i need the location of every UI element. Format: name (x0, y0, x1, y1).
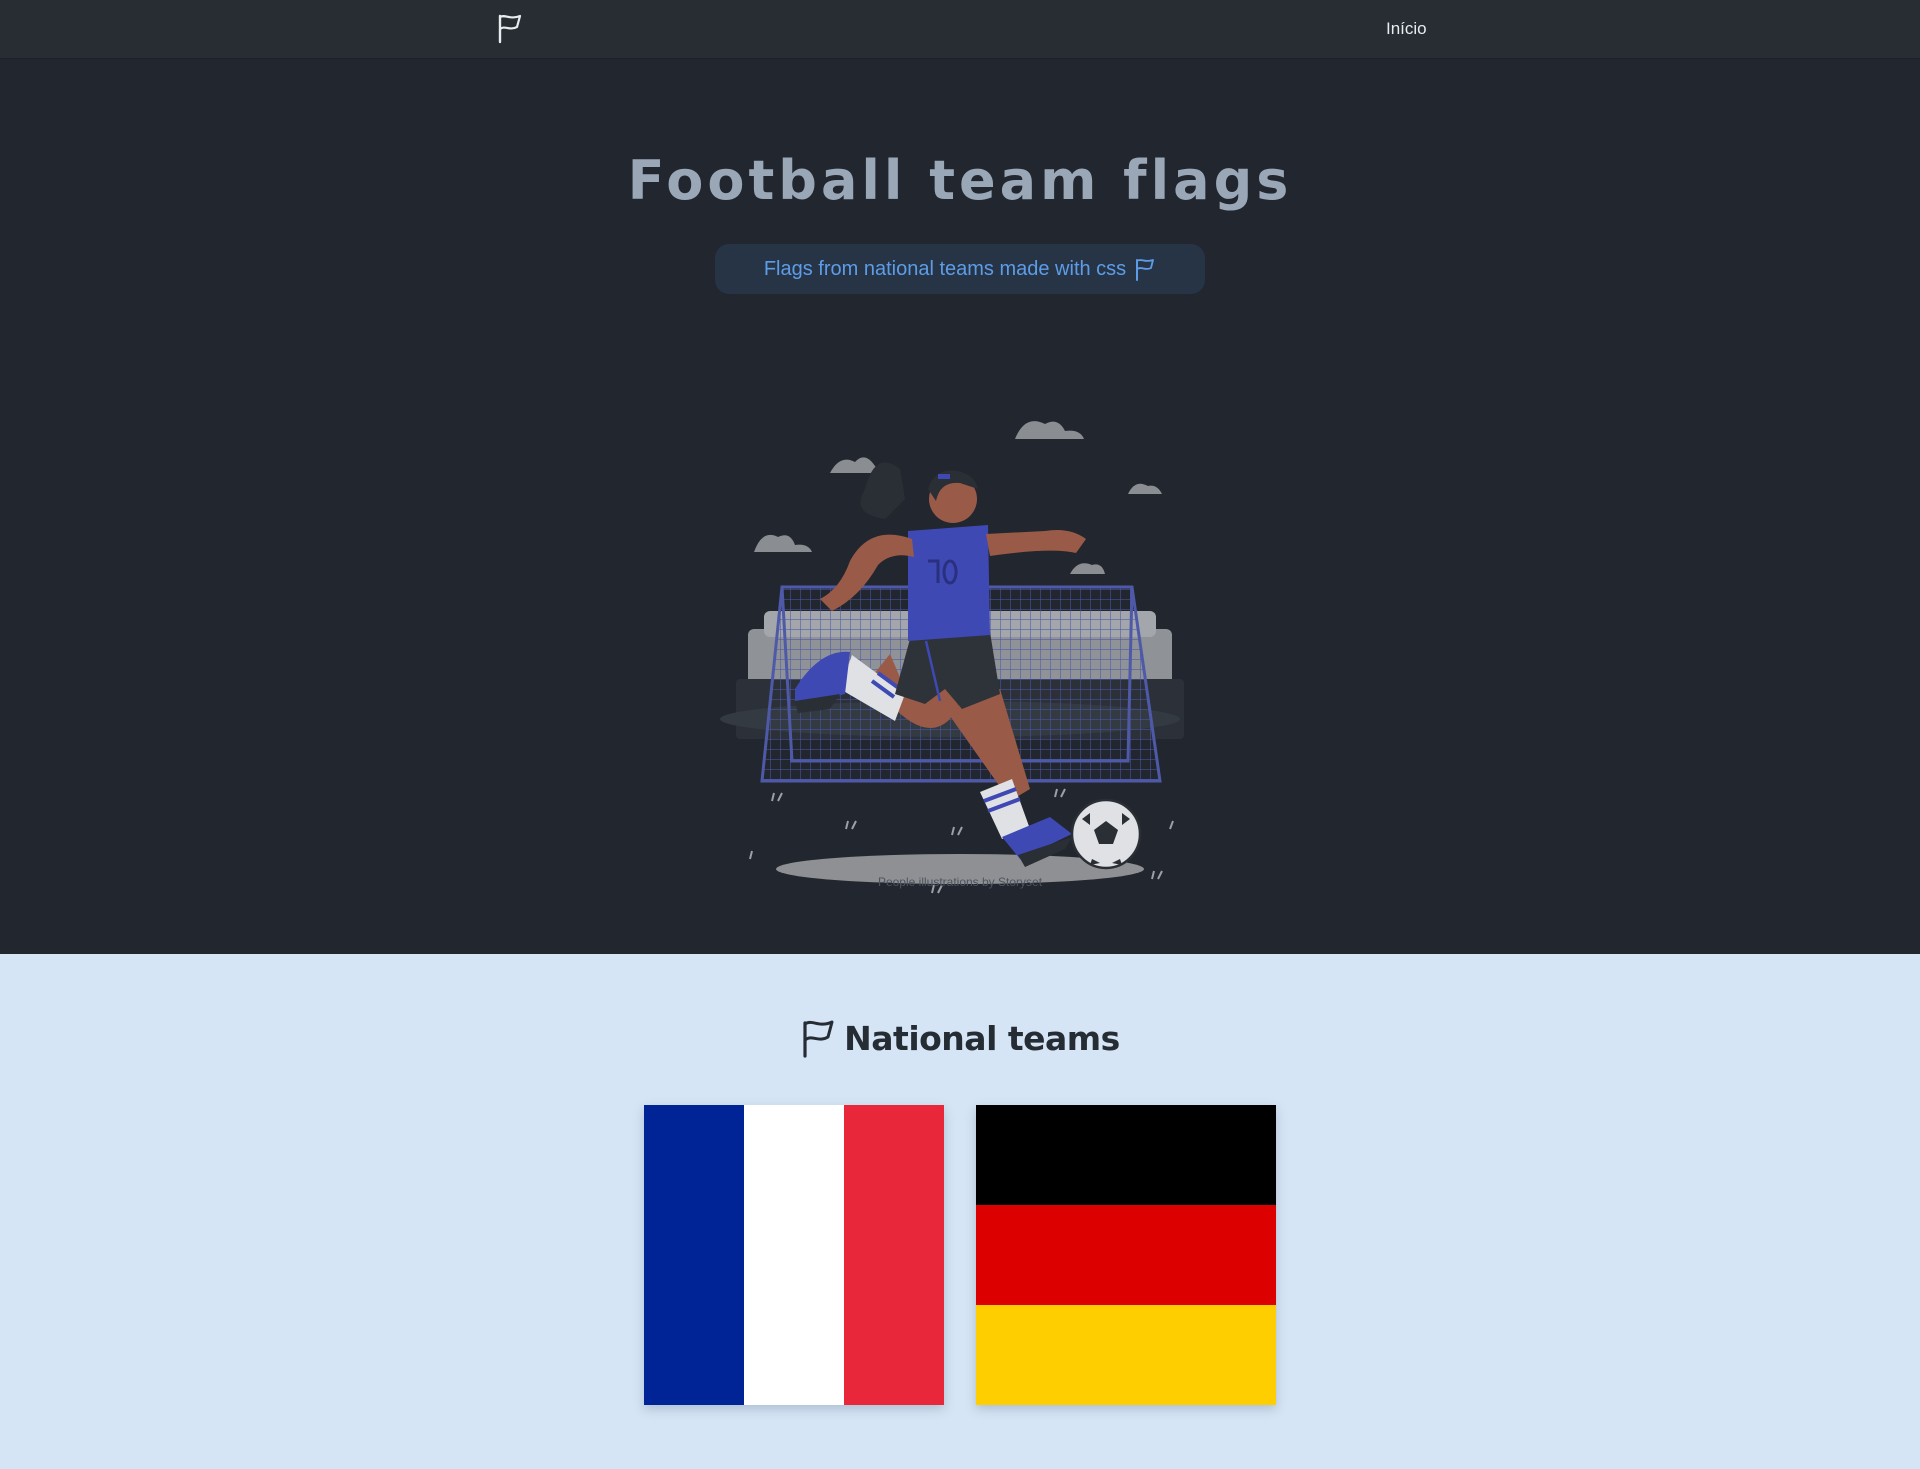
subtitle-text: Flags from national teams made with css (763, 257, 1127, 280)
national-teams-section: National teams (0, 954, 1920, 1469)
section-title: National teams (844, 1018, 1120, 1058)
flag-germany-red-band (976, 1205, 1276, 1305)
flag-germany[interactable] (976, 1105, 1276, 1405)
soccer-player-illustration (720, 421, 1184, 894)
flag-france-white-band (744, 1105, 844, 1405)
hero-section: Football team flags Flags from national … (0, 59, 1920, 954)
subtitle-pill: Flags from national teams made with css (715, 244, 1205, 294)
national-teams-heading: National teams (0, 1018, 1920, 1058)
flag-germany-gold-band (976, 1305, 1276, 1405)
flag-france[interactable] (644, 1105, 944, 1405)
nav-home-link[interactable]: Início (1386, 19, 1427, 39)
illustration-credit: People illustrations by Storyset (877, 875, 1043, 889)
flag-france-blue-band (644, 1105, 744, 1405)
flag-france-red-band (844, 1105, 944, 1405)
navbar: Início (0, 0, 1920, 59)
page-title: Football team flags (627, 149, 1293, 212)
flag-icon (803, 1020, 834, 1058)
flag-icon[interactable] (495, 12, 525, 44)
flag-icon (1136, 259, 1155, 281)
flag-germany-black-band (976, 1105, 1276, 1205)
